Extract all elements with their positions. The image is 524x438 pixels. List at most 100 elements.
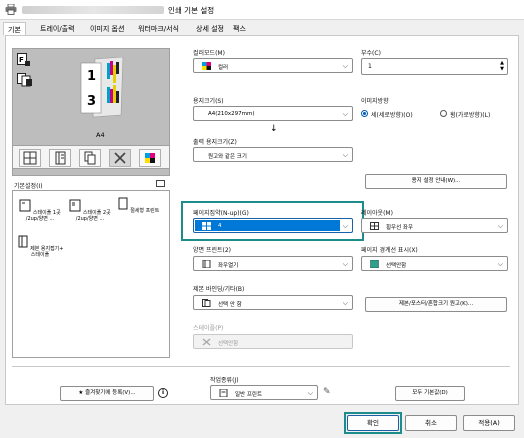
color-icon	[145, 153, 155, 163]
document-icon	[118, 197, 128, 210]
ok-button[interactable]: 확인	[347, 415, 399, 431]
duplex-icon	[202, 260, 211, 268]
add-favorite-button-label: 즐겨찾기에 등록(V)...	[85, 390, 136, 396]
paper-size-select[interactable]: A4(210x297mm) ⌵	[193, 106, 353, 121]
copies-label: 부수(C)	[361, 50, 381, 57]
favorite-staple-1-label: 스테이플 1곳 /2up/양면 ...	[25, 210, 61, 222]
paper-view-button[interactable]	[79, 149, 101, 167]
n-up-select[interactable]: 4 ⌵	[193, 218, 353, 233]
restore-defaults-button[interactable]: 모두 기본값(D)	[395, 386, 465, 401]
favorite-eco-print[interactable]: 절세형 프린트	[113, 197, 163, 214]
tab-advanced[interactable]: 상세 설정	[192, 22, 228, 35]
chevron-down-icon: ⌵	[497, 222, 503, 230]
finishing-icon: F	[17, 53, 30, 66]
printer-icon	[5, 4, 17, 15]
booklet-icon	[55, 151, 66, 165]
finishing-view-button[interactable]	[109, 149, 131, 167]
orientation-portrait-label: 세(세로방향)(O)	[371, 112, 413, 119]
preview-page-number-1: 1	[87, 69, 97, 84]
color-mode-select[interactable]: 컬러 ⌵	[193, 58, 353, 73]
paper-settings-guide-button[interactable]: 용지 설정 안내(W)...	[365, 174, 507, 189]
add-favorite-button[interactable]: ★ 즐겨찾기에 등록(V)...	[60, 386, 154, 401]
binding-label: 제본 바인딩/기타(B)	[193, 286, 245, 293]
job-type-label: 작업종류(J)	[210, 377, 239, 384]
chevron-down-icon: ⌵	[342, 110, 348, 118]
orientation-label: 이미지방향	[361, 98, 389, 105]
n-up-value: 4	[218, 223, 222, 229]
favorite-staple-2[interactable]: 스테이플 2곳 /2up/양면 ...	[65, 199, 115, 222]
apply-button[interactable]: 적용(A)	[463, 415, 515, 431]
tab-fax[interactable]: 팩스	[229, 22, 250, 35]
color-mode-icon	[202, 62, 211, 70]
tab-watermark-format[interactable]: 워터마크/서식	[134, 22, 183, 35]
tab-basic[interactable]: 기본	[3, 22, 26, 35]
preview-paper-size-label: A4	[96, 131, 105, 139]
paper-size-value: A4(210x297mm)	[208, 111, 255, 117]
cancel-button[interactable]: 취소	[405, 415, 457, 431]
tab-bar: 기본 트레이/출력 이미지 옵션 워터마크/서식 상세 설정 팩스	[0, 20, 524, 36]
title-bar: 인쇄 기본 설정	[0, 0, 524, 20]
copies-stepper[interactable]: 1 ▲ ▼	[361, 58, 508, 75]
staple-value: 선택안함	[218, 341, 239, 347]
print-job-icon	[219, 389, 228, 397]
info-icon[interactable]: i	[158, 388, 168, 398]
paper-size-label: 용지크기(S)	[193, 98, 224, 105]
page-border-icon	[370, 260, 379, 268]
stack-pages-icon	[84, 151, 96, 165]
tab-tray-output[interactable]: 트레이/출력	[36, 22, 79, 35]
binding-poster-mixed-button[interactable]: 제본/포스터/혼합크기 원고(K)...	[365, 297, 507, 312]
output-paper-size-label: 출력 용지크기(Z)	[193, 139, 237, 146]
chevron-down-icon: ⌵	[342, 151, 348, 159]
binding-view-button[interactable]	[49, 149, 71, 167]
document-icon	[19, 199, 31, 212]
layout-view-button[interactable]	[19, 149, 41, 167]
chevron-down-icon: ⌵	[307, 389, 313, 397]
n-up-grid-icon	[202, 222, 211, 230]
staple-select[interactable]: 선택안함	[193, 334, 353, 349]
layout-order-label: 레이아웃(M)	[361, 210, 393, 217]
favorite-booklet-staple[interactable]: 제본 용지접기+ 스테이플	[15, 235, 65, 258]
blurred-printer-name	[22, 6, 164, 14]
staple-label: 스테이플(P)	[193, 325, 224, 332]
grid-layout-icon	[23, 151, 37, 165]
chevron-down-icon: ⌵	[342, 62, 348, 70]
scissors-icon	[114, 152, 126, 164]
document-icon	[69, 199, 81, 212]
layout-order-select[interactable]: 횡우선 좌우 ⌵	[361, 218, 508, 233]
tab-image-options[interactable]: 이미지 옵션	[86, 22, 128, 35]
favorite-staple-2-label: 스테이플 2곳 /2up/양면 ...	[75, 210, 111, 222]
page-border-select[interactable]: 선택안함 ⌵	[361, 256, 508, 271]
staple-icon	[202, 338, 211, 346]
layout-order-icon	[370, 222, 379, 230]
orientation-portrait-radio[interactable]	[361, 110, 368, 117]
color-view-button[interactable]	[139, 149, 161, 167]
svg-text:F: F	[19, 56, 24, 64]
favorite-booklet-staple-label: 제본 용지접기+ 스테이플	[30, 246, 64, 258]
spinner-arrows-icon[interactable]: ▲ ▼	[500, 60, 504, 72]
favorites-menu-icon[interactable]	[156, 180, 165, 187]
page-border-label: 페이지 경계선 표시(X)	[361, 247, 418, 254]
orientation-landscape-label: 횡(가로방향)(L)	[450, 112, 491, 119]
favorites-label: 기본설정(I)	[14, 183, 43, 190]
job-type-select[interactable]: 일반 프린트 ⌵	[210, 385, 318, 400]
output-paper-size-select[interactable]: 원고와 같은 크기 ⌵	[193, 147, 353, 162]
chevron-down-icon: ⌵	[342, 299, 348, 307]
duplex-value: 좌우열기	[218, 263, 239, 269]
chevron-down-icon: ⌵	[342, 260, 348, 268]
duplex-select[interactable]: 좌우열기 ⌵	[193, 256, 353, 271]
orientation-landscape-radio[interactable]	[440, 110, 447, 117]
binding-icon	[202, 299, 211, 307]
chevron-down-icon: ⌵	[342, 222, 348, 230]
favorite-staple-1[interactable]: 스테이플 1곳 /2up/양면 ...	[15, 199, 65, 222]
pencil-icon[interactable]: ✎	[323, 387, 331, 397]
binding-select[interactable]: 선택 안 함 ⌵	[193, 295, 353, 310]
copies-value: 1	[368, 63, 372, 70]
copies-icon	[17, 73, 32, 87]
preview-toolstrip	[12, 145, 170, 169]
color-mode-value: 컬러	[218, 65, 229, 71]
window-title: 인쇄 기본 설정	[168, 6, 215, 15]
favorites-list: 스테이플 1곳 /2up/양면 ... 스테이플 2곳 /2up/양면 ... …	[12, 190, 170, 358]
chevron-down-icon: ⌵	[497, 260, 503, 268]
star-icon: ★	[78, 390, 84, 396]
layout-order-value: 횡우선 좌우	[386, 225, 414, 231]
